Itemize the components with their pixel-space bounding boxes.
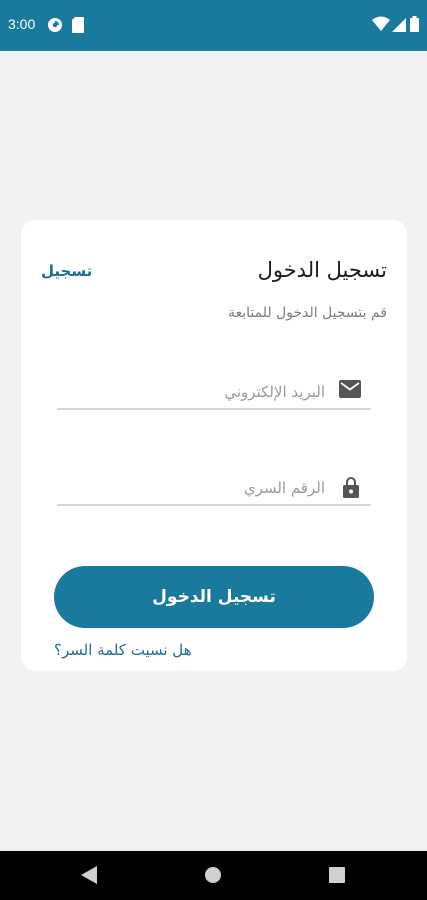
recents-icon[interactable]: [329, 867, 345, 887]
login-button[interactable]: تسجيل الدخول: [54, 566, 374, 628]
home-icon[interactable]: [205, 867, 221, 887]
battery-icon: [410, 16, 419, 36]
email-field: [57, 378, 371, 410]
password-input[interactable]: [75, 474, 325, 502]
navigation-bar: [0, 851, 427, 900]
email-icon: [339, 380, 361, 402]
forgot-password-link[interactable]: هل نسيت كلمة السر؟: [54, 641, 192, 659]
login-card: تسجيل الدخول تسجيل قم بتسجيل الدخول للمت…: [21, 220, 407, 671]
signal-icon: [392, 17, 406, 36]
back-icon[interactable]: [81, 866, 97, 888]
status-bar: 3:00: [0, 0, 427, 51]
data-saver-icon: [47, 17, 63, 37]
sd-card-icon: [72, 17, 84, 37]
status-time: 3:00: [8, 16, 36, 32]
password-field: [57, 474, 371, 506]
email-input[interactable]: [75, 378, 325, 406]
register-link[interactable]: تسجيل: [41, 262, 92, 280]
lock-icon: [343, 476, 359, 502]
login-title: تسجيل الدخول: [257, 258, 387, 282]
wifi-icon: [372, 16, 390, 35]
login-subtitle: قم بتسجيل الدخول للمتابعة: [227, 305, 387, 321]
